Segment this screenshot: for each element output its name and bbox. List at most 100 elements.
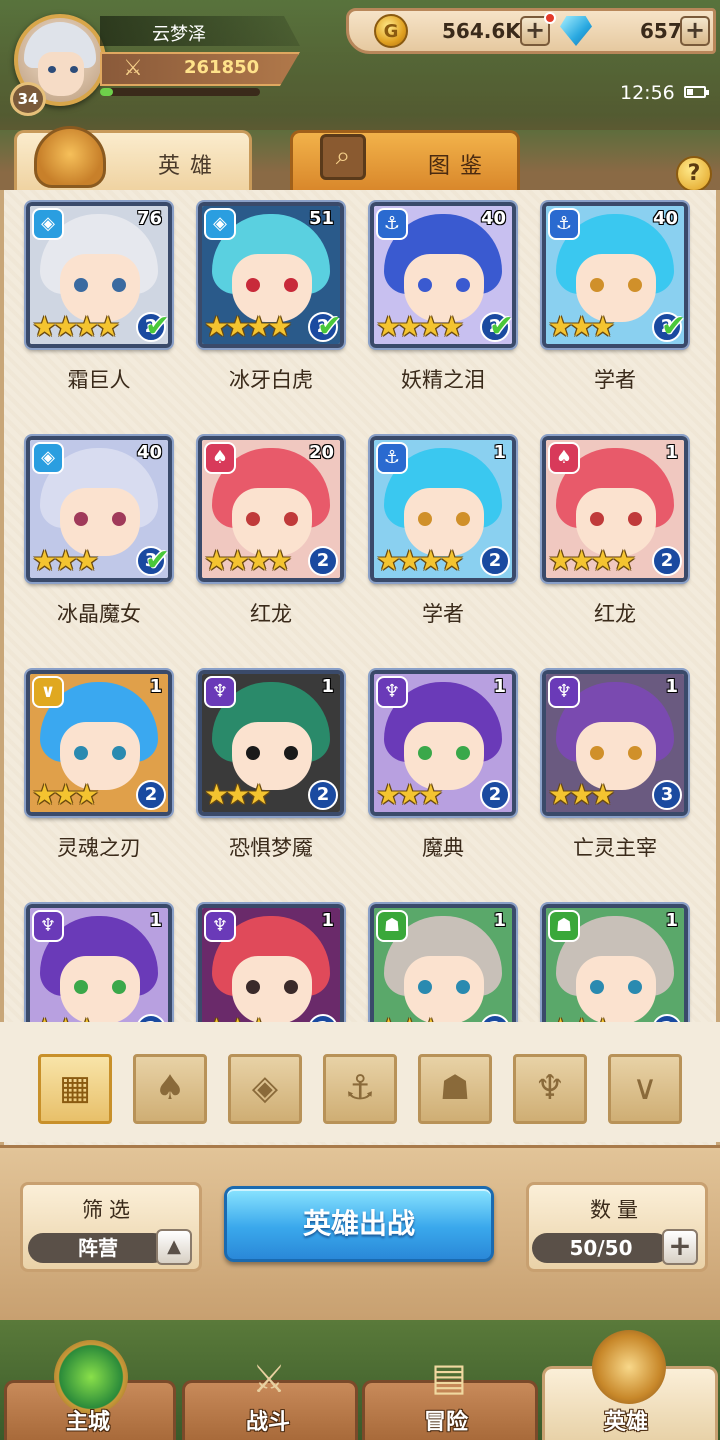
hero-eye-right (628, 980, 642, 994)
hero-level: 51 (308, 208, 334, 229)
hero-eye-left (418, 512, 432, 526)
hero-name: 红龙 (250, 602, 292, 626)
light-faction-icon: ∨ (32, 676, 64, 708)
exp-bar-fill (100, 88, 113, 96)
hero-eye-left (590, 512, 604, 526)
hero-stars: ★★★ (376, 778, 443, 811)
player-name: 云梦泽 (152, 24, 206, 45)
hero-eye-left (246, 512, 260, 526)
filter-value[interactable]: 阵营 (28, 1233, 168, 1263)
hero-eye-left (590, 746, 604, 760)
hero-card[interactable]: ♆1★★★2 (198, 904, 344, 1022)
hero-stars: ★★★ (32, 544, 99, 577)
hero-eye-right (284, 278, 298, 292)
filter-dark-faction-button[interactable]: ♆ (513, 1054, 587, 1124)
nature-faction-icon: ☗ (548, 910, 580, 942)
filter-water-faction-button[interactable]: ◈ (228, 1054, 302, 1124)
hero-eye-left (74, 278, 88, 292)
hero-stars: ★★★ (548, 1014, 615, 1023)
dark-faction-icon: ♆ (534, 1068, 566, 1108)
nature-faction-icon: ☗ (376, 910, 408, 942)
battery-icon (684, 86, 709, 98)
dark-faction-icon: ♆ (204, 910, 236, 942)
hero-eye-right (112, 980, 126, 994)
crossed-swords-icon: ⚔ (123, 56, 143, 81)
hero-eye-right (456, 746, 470, 760)
count-value: 50/50 (532, 1233, 670, 1263)
expand-capacity-button[interactable]: + (662, 1229, 698, 1265)
hero-card[interactable]: ☗1★★★2 (542, 904, 688, 1022)
nav-heroes-label: 英雄 (604, 1410, 649, 1435)
hero-card[interactable]: ♆1★★★2 (370, 670, 516, 816)
filter-nature-faction-button[interactable]: ☗ (418, 1054, 492, 1124)
filter-all-grid-button[interactable]: ▦ (38, 1054, 112, 1124)
help-button[interactable]: ? (676, 156, 712, 192)
gem-amount: 657 (640, 19, 682, 43)
hero-eye-right (628, 512, 642, 526)
filter-anchor-faction-button[interactable]: ⚓ (323, 1054, 397, 1124)
hero-rank-badge: 2 (308, 780, 338, 810)
filter-light-faction-button[interactable]: ∨ (608, 1054, 682, 1124)
hero-name: 冰晶魔女 (57, 602, 141, 626)
hero-card[interactable]: ♠ 20 ★★★★ 2 (198, 436, 344, 582)
anchor-faction-icon: ⚓ (376, 442, 408, 474)
hero-stars: ★★★★ (376, 310, 464, 343)
hero-stars: ★★★★ (548, 544, 636, 577)
water-faction-icon: ◈ (32, 208, 64, 240)
water-faction-icon: ◈ (251, 1068, 279, 1108)
helmet-icon (34, 126, 106, 188)
hero-eye-right (628, 746, 642, 760)
hero-grid: ◈ 76 ★★★★ 2 ✔ 霜巨人 ◈ 51 ★★★★ 2 ✔ 冰牙白虎 ⚓ 40 ★★★★ 2 ✔ 妖精之泪 ⚓ 4… (0, 190, 720, 1022)
hero-rank-badge: 2 (308, 546, 338, 576)
hero-level: 1 (321, 676, 334, 697)
hero-stars: ★★★★ (204, 544, 292, 577)
hero-card[interactable]: ☗1★★★2 (370, 904, 516, 1022)
hero-card[interactable]: ◈ 51 ★★★★ 2 ✔ (198, 202, 344, 348)
water-faction-icon: ◈ (32, 442, 64, 474)
fire-faction-icon: ♠ (548, 442, 580, 474)
player-level-badge: 34 (10, 82, 46, 116)
hero-card[interactable]: ⚓ 40 ★★★ 2 ✔ (542, 202, 688, 348)
hero-name: 学者 (422, 602, 464, 626)
tab-heroes-label: 英雄 (158, 154, 223, 179)
hero-level: 1 (665, 676, 678, 697)
filter-toggle-button[interactable]: ▲ (156, 1229, 192, 1265)
nav-main-city-label: 主城 (66, 1410, 111, 1435)
hero-card[interactable]: ♆1★★★2 (198, 670, 344, 816)
main-city-icon (54, 1340, 128, 1414)
hero-rank-badge: 3 (652, 780, 682, 810)
deployed-check-icon: ✔ (488, 309, 514, 344)
hero-level: 1 (665, 442, 678, 463)
hero-level: 1 (493, 676, 506, 697)
anchor-faction-icon: ⚓ (344, 1068, 376, 1108)
hero-card[interactable]: ♆1★★★2 (26, 904, 172, 1022)
hero-level: 1 (149, 910, 162, 931)
deployed-check-icon: ✔ (144, 309, 170, 344)
hero-card[interactable]: ∨ 1 ★★★ 2 (26, 670, 172, 816)
hero-eye-right (456, 278, 470, 292)
hero-rank-badge: 2 (136, 780, 166, 810)
hero-eye-right (284, 980, 298, 994)
deploy-heroes-button[interactable]: 英雄出战 (224, 1186, 494, 1262)
add-gems-button[interactable]: + (680, 16, 710, 46)
hero-card[interactable]: ⚓ 40 ★★★★ 2 ✔ (370, 202, 516, 348)
hero-eye-left (418, 746, 432, 760)
hero-eye-left (246, 980, 260, 994)
gold-amount: 564.6K (442, 19, 521, 43)
hero-card[interactable]: ♆ 1 ★★★ 3 (542, 670, 688, 816)
hero-card[interactable]: ⚓ 1 ★★★★ 2 (370, 436, 516, 582)
hero-card[interactable]: ♠ 1 ★★★★ 2 (542, 436, 688, 582)
nav-battle-label: 战斗 (246, 1410, 291, 1435)
hero-eye-right (456, 512, 470, 526)
hero-eye-left (74, 980, 88, 994)
hero-eye-left (590, 980, 604, 994)
count-title: 数量 (590, 1198, 644, 1222)
all-grid-icon: ▦ (58, 1068, 92, 1108)
filter-title: 筛选 (82, 1198, 136, 1222)
hero-level: 76 (136, 208, 162, 229)
hero-level: 1 (493, 442, 506, 463)
filter-fire-faction-button[interactable]: ♠ (133, 1054, 207, 1124)
hero-card[interactable]: ◈ 76 ★★★★ 2 ✔ (26, 202, 172, 348)
hero-card[interactable]: ◈ 40 ★★★ 3 ✔ (26, 436, 172, 582)
hero-name: 冰牙白虎 (229, 368, 313, 392)
